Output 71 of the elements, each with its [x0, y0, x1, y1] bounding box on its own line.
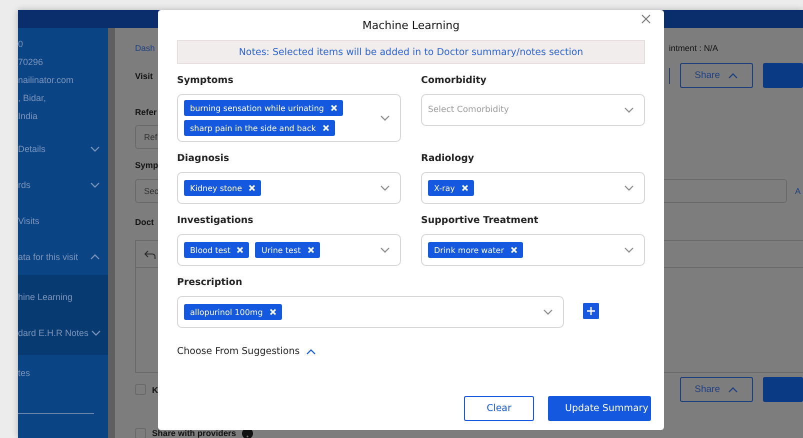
remove-icon[interactable] — [510, 246, 518, 254]
chevron-down-icon — [624, 184, 634, 192]
nav-item[interactable]: ata for this visit — [18, 239, 108, 275]
profile-text: 70296 — [18, 56, 44, 69]
field-label: Investigations — [177, 214, 254, 228]
checkbox-label: K — [152, 384, 158, 394]
undo-icon[interactable] — [144, 248, 156, 260]
profile-text: 0 — [18, 38, 24, 51]
share-button[interactable]: Share — [680, 377, 753, 402]
remove-icon[interactable] — [306, 246, 315, 254]
chevron-up-icon — [728, 72, 738, 80]
chevron-down-icon — [380, 246, 390, 254]
add-link[interactable]: A — [795, 186, 801, 196]
selected-tag: sharp pain in the side and back — [184, 120, 335, 136]
clear-button[interactable]: Clear — [464, 396, 534, 421]
breadcrumb-link[interactable]: Dash — [135, 43, 155, 53]
remove-icon[interactable] — [268, 308, 277, 316]
select-field[interactable]: burning sensation while urinating sharp pain in the side and back — [177, 94, 401, 142]
selected-tag: burning sensation while urinating — [184, 100, 343, 116]
field-label: Diagnosis — [177, 152, 230, 166]
select-field[interactable]: Kidney stone — [177, 172, 401, 204]
selected-tag: Urine test — [255, 242, 320, 258]
field-label: Prescription — [177, 276, 244, 290]
field-label: Symptoms — [177, 74, 234, 88]
select-field[interactable]: X-ray — [421, 172, 645, 204]
symptoms-label: Symp — [135, 160, 158, 170]
nav-item[interactable]: hine Learning — [18, 279, 108, 315]
suggestions-toggle[interactable]: Choose From Suggestions — [177, 346, 300, 357]
nav-item[interactable]: Details — [18, 131, 108, 167]
profile-text: , Bidar, — [18, 92, 48, 105]
selected-tag: allopurinol 100mg — [184, 304, 282, 320]
modal-title: Machine Learning — [362, 18, 460, 32]
field-label: Supportive Treatment — [421, 214, 540, 228]
chevron-up-icon — [728, 386, 738, 394]
nav-item[interactable]: tes — [18, 355, 108, 391]
profile-text: nailinator.com — [18, 74, 75, 87]
share-button[interactable]: Share — [680, 63, 753, 88]
add-button[interactable] — [583, 303, 599, 319]
remove-icon[interactable] — [236, 246, 244, 254]
remove-icon[interactable] — [248, 184, 256, 192]
chevron-down-icon — [624, 246, 634, 254]
chevron-down-icon — [380, 184, 390, 192]
select-field[interactable]: Drink more water — [421, 234, 645, 266]
selected-tag: X-ray — [428, 180, 474, 196]
plus-icon — [586, 306, 596, 316]
profile-text: India — [18, 110, 39, 123]
select-field[interactable]: Blood test Urine test — [177, 234, 401, 266]
chevron-down-icon — [624, 106, 634, 114]
notes-banner: Notes: Selected items will be added in to Doctor summary/notes section — [177, 40, 645, 64]
chevron-down-icon — [380, 114, 390, 122]
field-label: Radiology — [421, 152, 476, 166]
selected-tag: Kidney stone — [184, 180, 262, 196]
selected-tag: Drink more water — [428, 242, 523, 258]
update-summary-button[interactable]: Update Summary — [548, 396, 651, 421]
appointment-text: intment : N/A — [668, 43, 718, 53]
select-field[interactable]: allopurinol 100mg — [177, 296, 564, 328]
nav-item[interactable]: rds — [18, 167, 108, 203]
field-label: Comorbidity — [421, 74, 488, 88]
remove-icon[interactable] — [460, 184, 469, 192]
doctor-notes-label: Doct — [135, 216, 154, 226]
close-icon[interactable] — [641, 14, 651, 24]
nav-item[interactable]: dard E.H.R Notes — [18, 315, 108, 351]
selected-tag: Blood test — [184, 242, 250, 258]
checkbox-label: Share with providers — [152, 428, 236, 438]
select-field[interactable]: Select Comorbidity — [421, 94, 645, 126]
nav-item[interactable]: Visits — [18, 203, 108, 239]
visit-label: Visit — [135, 70, 153, 80]
remove-icon[interactable] — [330, 104, 338, 112]
referral-label: Refer — [135, 107, 157, 117]
remove-icon[interactable] — [322, 124, 330, 132]
chevron-down-icon — [543, 308, 553, 316]
